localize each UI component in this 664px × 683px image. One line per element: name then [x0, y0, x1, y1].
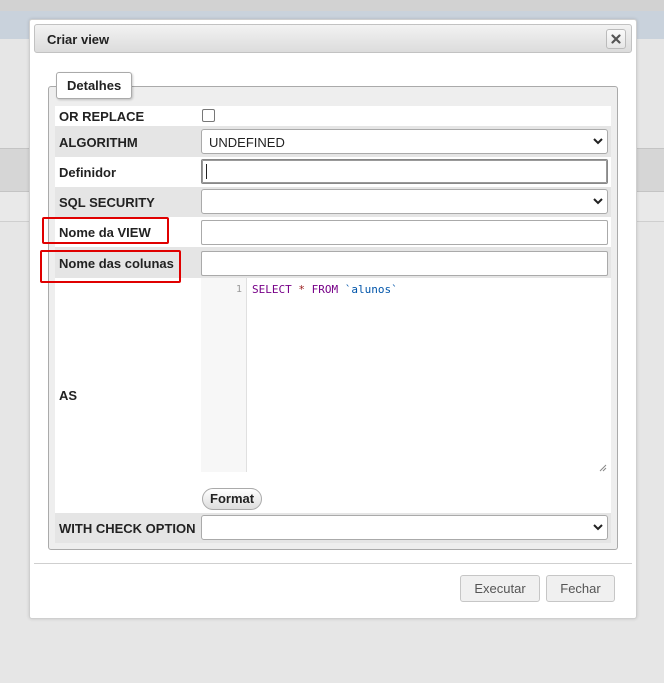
- text-caret: [206, 164, 207, 179]
- code-star: *: [298, 283, 305, 296]
- sql-editor[interactable]: 1 SELECT * FROM `alunos`: [201, 278, 608, 473]
- view-name-input[interactable]: [201, 220, 608, 245]
- highlight-box-column-names: [40, 250, 181, 283]
- editor-gutter: 1: [201, 278, 247, 472]
- close-dialog-button[interactable]: [606, 29, 626, 49]
- with-check-option-row: WITH CHECK OPTION: [55, 513, 611, 543]
- dialog-titlebar[interactable]: Criar view: [34, 24, 632, 53]
- code-keyword-select: SELECT: [252, 283, 292, 296]
- code-table-name: `alunos`: [344, 283, 398, 296]
- or-replace-label: OR REPLACE: [59, 109, 145, 124]
- close-button[interactable]: Fechar: [546, 575, 615, 602]
- with-check-option-select[interactable]: [201, 515, 608, 540]
- resize-handle-icon[interactable]: [599, 464, 607, 472]
- footer-divider: [34, 563, 632, 564]
- create-view-dialog: Criar view Detalhes OR REPLACE ALGORITHM…: [29, 19, 637, 619]
- as-label: AS: [59, 388, 78, 403]
- sql-security-row: SQL SECURITY: [55, 187, 611, 217]
- algorithm-select[interactable]: UNDEFINED: [201, 129, 608, 154]
- definer-input[interactable]: [201, 159, 608, 184]
- dialog-title: Criar view: [47, 32, 110, 47]
- sql-security-select[interactable]: [201, 189, 608, 214]
- algorithm-label: ALGORITHM: [59, 135, 138, 150]
- chevron-down-icon: [593, 138, 603, 145]
- sql-security-label: SQL SECURITY: [59, 195, 155, 210]
- algorithm-row: ALGORITHM UNDEFINED: [55, 126, 611, 157]
- sql-code: SELECT * FROM `alunos`: [252, 283, 398, 296]
- with-check-option-label: WITH CHECK OPTION: [59, 521, 196, 536]
- algorithm-value: UNDEFINED: [209, 135, 285, 150]
- execute-button[interactable]: Executar: [460, 575, 540, 602]
- details-legend: Detalhes: [56, 72, 133, 99]
- chevron-down-icon: [593, 524, 603, 531]
- background-top-strip: [0, 0, 664, 11]
- or-replace-checkbox[interactable]: [202, 109, 215, 122]
- column-names-input[interactable]: [201, 251, 608, 276]
- chevron-down-icon: [593, 198, 603, 205]
- format-button[interactable]: Format: [202, 488, 263, 510]
- line-number: 1: [235, 284, 242, 295]
- code-keyword-from: FROM: [311, 283, 339, 296]
- or-replace-row: OR REPLACE: [55, 106, 611, 126]
- highlight-box-view-name: [42, 217, 169, 244]
- definer-row: Definidor: [55, 157, 611, 187]
- close-icon: [611, 34, 621, 44]
- definer-label: Definidor: [59, 165, 117, 180]
